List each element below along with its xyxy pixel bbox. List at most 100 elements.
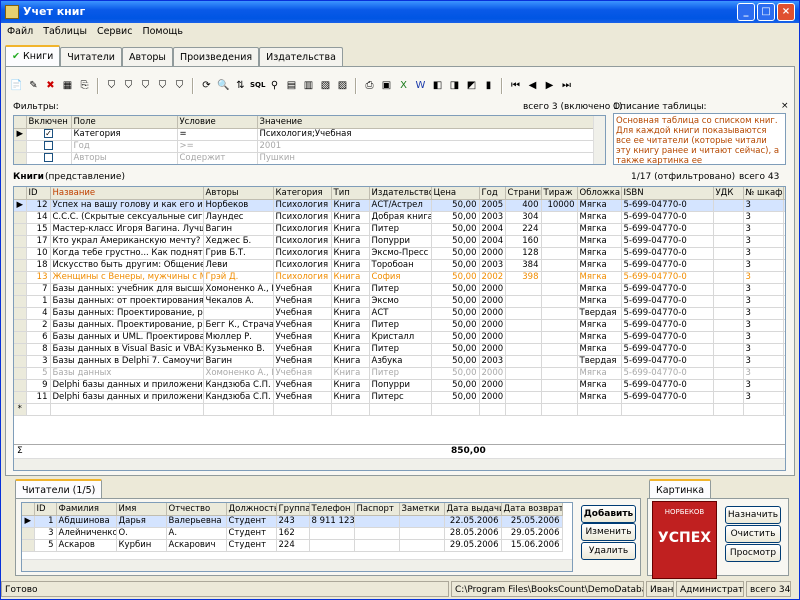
cell[interactable]: 50,00: [431, 379, 480, 392]
col-11[interactable]: ISBN: [621, 187, 714, 200]
cell[interactable]: Книга: [331, 367, 370, 380]
col-9[interactable]: Тираж: [541, 187, 578, 200]
cell[interactable]: [541, 247, 578, 260]
cell[interactable]: 2: [783, 223, 785, 236]
book-row[interactable]: 18Искусство быть другим: Общение и поЛев…: [14, 259, 785, 272]
col-5[interactable]: Издательство: [369, 187, 432, 200]
cell[interactable]: [713, 319, 744, 332]
grid-icon[interactable]: ▦: [60, 78, 75, 93]
cell[interactable]: Мягка: [577, 259, 622, 272]
cell[interactable]: 50,00: [431, 211, 480, 224]
cell[interactable]: [713, 223, 744, 236]
cell[interactable]: Мюллер Р.: [203, 331, 274, 344]
cell[interactable]: 50,00: [431, 295, 480, 308]
reader-cell[interactable]: 25.05.2006: [501, 515, 563, 528]
cell[interactable]: [505, 391, 542, 404]
cell[interactable]: Мягка: [577, 211, 622, 224]
cell[interactable]: 50,00: [431, 355, 480, 368]
reader-cell[interactable]: Студент: [226, 527, 277, 540]
chart-icon[interactable]: ▮: [481, 78, 496, 93]
cell[interactable]: Грэй Д.: [203, 271, 274, 284]
cell[interactable]: 398: [505, 271, 542, 284]
cell[interactable]: Книга: [331, 283, 370, 296]
cell[interactable]: 2: [783, 367, 785, 380]
cell[interactable]: Успех на вашу голову и как его избеж: [50, 199, 204, 212]
cell[interactable]: 2: [26, 319, 51, 332]
cell[interactable]: 2000: [479, 391, 506, 404]
cell[interactable]: Книга: [331, 331, 370, 344]
cell[interactable]: 5-699-04770-0: [621, 331, 714, 344]
cell[interactable]: 5-699-04770-0: [621, 259, 714, 272]
filter-icon[interactable]: ⛉: [104, 78, 119, 93]
cell[interactable]: Хеджес Б.: [203, 235, 274, 248]
cell[interactable]: 50,00: [431, 271, 480, 284]
reader-cell[interactable]: [399, 515, 445, 528]
cell[interactable]: 50,00: [431, 235, 480, 248]
cell[interactable]: 14: [26, 211, 51, 224]
cell[interactable]: [713, 295, 744, 308]
cell[interactable]: [541, 391, 578, 404]
cell[interactable]: Питер: [369, 367, 432, 380]
cell[interactable]: Базы данных в Visual Basic и VBA: Сам: [50, 343, 204, 356]
cell[interactable]: 50,00: [431, 391, 480, 404]
cell[interactable]: Торобоан: [369, 259, 432, 272]
reader-cell[interactable]: Студент: [226, 515, 277, 528]
export-icon[interactable]: ◩: [464, 78, 479, 93]
cell[interactable]: 3: [743, 211, 784, 224]
cell[interactable]: [713, 271, 744, 284]
cell[interactable]: Базы данных и UML. Проектирование: [50, 331, 204, 344]
new-row[interactable]: *: [14, 403, 785, 416]
col-1[interactable]: Название: [50, 187, 204, 200]
cell[interactable]: Книга: [331, 271, 370, 284]
cell[interactable]: [505, 355, 542, 368]
cell[interactable]: [541, 283, 578, 296]
cell[interactable]: 5-699-04770-0: [621, 367, 714, 380]
cell[interactable]: Мягка: [577, 343, 622, 356]
cell[interactable]: 5-699-04770-0: [621, 283, 714, 296]
cell[interactable]: Книга: [331, 307, 370, 320]
cell[interactable]: [541, 235, 578, 248]
cell[interactable]: [713, 367, 744, 380]
reader-col-5[interactable]: Группа: [276, 503, 310, 516]
cell[interactable]: Учебная: [273, 331, 332, 344]
cell[interactable]: Психология: [273, 223, 332, 236]
cell[interactable]: Кандзюба С.П.: [203, 379, 274, 392]
preview-icon[interactable]: ▣: [379, 78, 394, 93]
binoculars-icon[interactable]: ⚲: [267, 78, 282, 93]
cell[interactable]: Леви: [203, 259, 274, 272]
filter-row[interactable]: ▶ ✓ Категория = Психология;Учебная: [14, 128, 595, 141]
cell[interactable]: 1: [783, 307, 785, 320]
cell[interactable]: 10000: [541, 199, 578, 212]
books-hscrollbar[interactable]: [14, 458, 785, 470]
reader-col-8[interactable]: Заметки: [399, 503, 445, 516]
cell[interactable]: Учебная: [273, 379, 332, 392]
cell[interactable]: Мастер-класс Игоря Вагина. Лучшие г: [50, 223, 204, 236]
cell[interactable]: 3: [26, 355, 51, 368]
cell[interactable]: 12: [26, 199, 51, 212]
cell[interactable]: [541, 331, 578, 344]
cell[interactable]: 8: [26, 343, 51, 356]
reader-cell[interactable]: Алейниченко: [56, 527, 117, 540]
cell[interactable]: 2: [783, 295, 785, 308]
edit-icon[interactable]: ✎: [26, 78, 41, 93]
cell[interactable]: 2000: [479, 343, 506, 356]
cell[interactable]: [541, 343, 578, 356]
menu-file[interactable]: Файл: [7, 23, 33, 41]
reader-cell[interactable]: 162: [276, 527, 310, 540]
cell[interactable]: [541, 319, 578, 332]
reader-cell[interactable]: 22.05.2006: [444, 515, 502, 528]
cell[interactable]: 2000: [479, 307, 506, 320]
assign-button[interactable]: Назначить: [725, 506, 781, 524]
cell[interactable]: Хомоненко А., Ц: [203, 367, 274, 380]
cell[interactable]: 2: [783, 259, 785, 272]
cell[interactable]: Мягка: [577, 331, 622, 344]
menu-help[interactable]: Помощь: [142, 23, 182, 41]
cell[interactable]: 5-699-04770-0: [621, 247, 714, 260]
book-row[interactable]: 17 Кто украл Американскую мечту? Хеджес Б.…: [14, 235, 785, 248]
reader-row[interactable]: 5 Аскаров Курбин Аскарович Студент 224 29.05.2…: [22, 539, 563, 552]
col-0[interactable]: ID: [26, 187, 51, 200]
filter-row[interactable]: Авторы Содержит Пушкин: [14, 152, 595, 164]
cell[interactable]: 50,00: [431, 247, 480, 260]
cell[interactable]: Грив Б.Т.: [203, 247, 274, 260]
menu-service[interactable]: Сервис: [97, 23, 133, 41]
